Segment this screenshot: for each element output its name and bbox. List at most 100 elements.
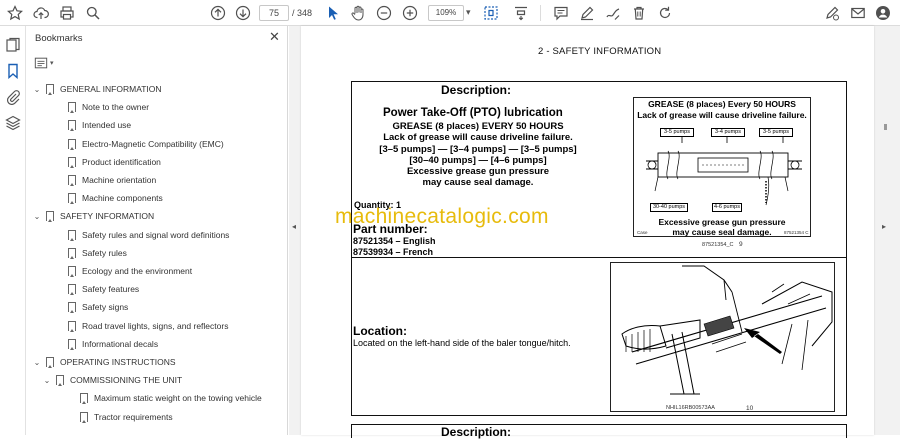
bookmark-label: Electro-Magnetic Compatibility (EMC) [82,138,224,149]
search-icon[interactable] [84,4,102,22]
bookmark-icon [68,338,76,350]
description-lines: GREASE (8 places) EVERY 50 HOURS Lack of… [368,121,588,189]
bookmark-item[interactable]: ⌄ GENERAL INFORMATION [32,80,162,98]
top-toolbar: 75 / 348 109% ▾ [0,0,900,26]
collapse-left-icon[interactable]: ◂ [292,222,296,231]
star-icon[interactable] [6,4,24,22]
bookmark-item[interactable]: Intended use [54,116,131,134]
bookmark-item[interactable]: Safety features [54,280,139,298]
bookmark-icon [68,193,76,205]
bookmark-item[interactable]: Safety rules and signal word definitions [54,226,229,244]
bookmark-item[interactable]: Safety rules [54,244,127,262]
page-total: / 348 [292,8,313,18]
highlight-pen-icon[interactable] [578,4,596,22]
chevron-down-icon[interactable]: ⌄ [32,212,42,221]
bookmark-label: Machine components [82,193,163,204]
next-description-box [351,424,847,438]
bookmark-item[interactable]: Machine orientation [54,171,156,189]
bookmarks-icon[interactable] [5,63,21,80]
mail-icon[interactable] [849,4,867,22]
collapse-right-icon[interactable]: ▸ [882,222,886,231]
bookmark-item[interactable]: Ecology and the environment [54,262,192,280]
rotate-icon[interactable] [656,4,674,22]
zoom-dropdown-icon[interactable]: ▾ [466,7,471,18]
account-icon[interactable] [874,4,892,22]
bookmark-label: GENERAL INFORMATION [60,84,162,94]
bookmark-item[interactable]: Safety signs [54,298,128,316]
page-number-input[interactable]: 75 [259,5,289,21]
layers-icon[interactable] [5,115,21,131]
draw-freehand-icon[interactable] [604,4,622,22]
bookmark-label: Ecology and the environment [82,266,193,276]
description-line: GREASE (8 places) EVERY 50 HOURS [392,121,564,132]
bookmark-label: Safety features [82,284,140,295]
bookmark-item[interactable]: Informational decals [54,335,158,353]
zoom-level-input[interactable]: 109% [428,5,464,21]
bookmark-item[interactable]: ⌄ SAFETY INFORMATION [32,207,154,225]
location-text: Located on the left-hand side of the bal… [353,338,571,348]
decal-caption: 87521354_C [702,242,734,248]
bookmark-label: Maximum static weight on the towing vehi… [94,393,262,404]
photo-figure-number: 10 [746,405,754,412]
attachment-icon[interactable] [5,89,21,106]
panel-title: Bookmarks [35,33,83,44]
bookmark-item[interactable]: Tractor requirements [66,408,173,426]
next-page-icon[interactable] [234,4,252,22]
bookmark-options-button[interactable]: ▾ [34,55,60,71]
bookmark-icon [68,175,76,186]
decal-warning-line: Excessive grease gun pressure [658,217,786,227]
chevron-down-icon[interactable]: ⌄ [32,358,42,367]
bookmark-label: Safety signs [82,302,129,313]
bookmark-item[interactable]: Electro-Magnetic Compatibility (EMC) [54,135,224,153]
zoom-in-icon[interactable] [401,4,419,22]
chevron-down-icon[interactable]: ⌄ [32,85,42,94]
bookmark-icon [46,357,54,368]
location-heading: Location: [353,324,407,338]
zoom-out-icon[interactable] [375,4,393,22]
bookmark-icon [68,302,76,314]
photo-caption: NHIL16RB00573AA [666,405,715,411]
comment-icon[interactable] [552,4,570,22]
bookmark-icon [68,156,76,168]
bookmarks-panel: Bookmarks ✕ ▾ ⌄ GENERAL INFORMATION Note t… [26,26,310,435]
previous-page-icon[interactable] [209,4,227,22]
bookmark-icon [68,138,76,150]
bookmark-label: Intended use [82,120,132,131]
bookmark-label: Road travel lights, signs, and reflector… [82,320,229,331]
bookmark-icon [68,247,76,259]
close-icon[interactable]: ✕ [269,30,280,44]
bookmark-icon [46,211,54,223]
decal-code: 87521354 C [784,230,809,235]
viewer-scrollbar[interactable] [884,124,887,130]
decal-brand: Case [637,230,648,235]
part-number-french: 87539934 – French [353,247,434,257]
bookmark-icon [68,102,76,114]
edit-sign-icon[interactable] [823,4,841,22]
scroll-mode-icon[interactable] [512,4,530,22]
upload-cloud-icon[interactable] [32,4,50,22]
pump-label: 30-40 pumps [650,203,688,212]
hand-tool-icon[interactable] [349,4,367,22]
chevron-down-icon[interactable]: ⌄ [42,376,52,385]
bookmark-icon [68,320,76,332]
description-title: Power Take-Off (PTO) lubrication [383,107,563,119]
select-cursor-icon[interactable] [324,4,342,22]
bookmark-icon [56,375,64,387]
bookmark-item[interactable]: Product identification [54,153,161,171]
bookmark-item[interactable]: ⌄ OPERATING INSTRUCTIONS [32,353,176,371]
description-line: [30–40 pumps] — [4–6 pumps] [409,154,547,166]
bookmark-item[interactable]: ⌄ COMMISSIONING THE UNIT [42,371,182,389]
bookmark-label: OPERATING INSTRUCTIONS [60,357,176,367]
page-thumbnails-icon[interactable] [5,37,21,53]
delete-icon[interactable] [630,4,648,22]
print-icon[interactable] [58,4,76,22]
bookmark-item[interactable]: Note to the owner [54,98,149,116]
decal-title: GREASE (8 places) Every 50 HOURS Lack of… [634,99,810,120]
bookmark-label: Informational decals [82,338,159,349]
fit-page-icon[interactable] [482,4,500,22]
description-line: [3–5 pumps] — [3–4 pumps] — [3–5 pumps] [379,143,577,155]
bookmark-item[interactable]: Road travel lights, signs, and reflector… [54,317,228,335]
bookmark-item[interactable]: Machine components [54,189,163,207]
baler-hitch-drawing [621,265,833,395]
bookmark-item[interactable]: Maximum static weight on the towing vehi… [66,389,262,407]
